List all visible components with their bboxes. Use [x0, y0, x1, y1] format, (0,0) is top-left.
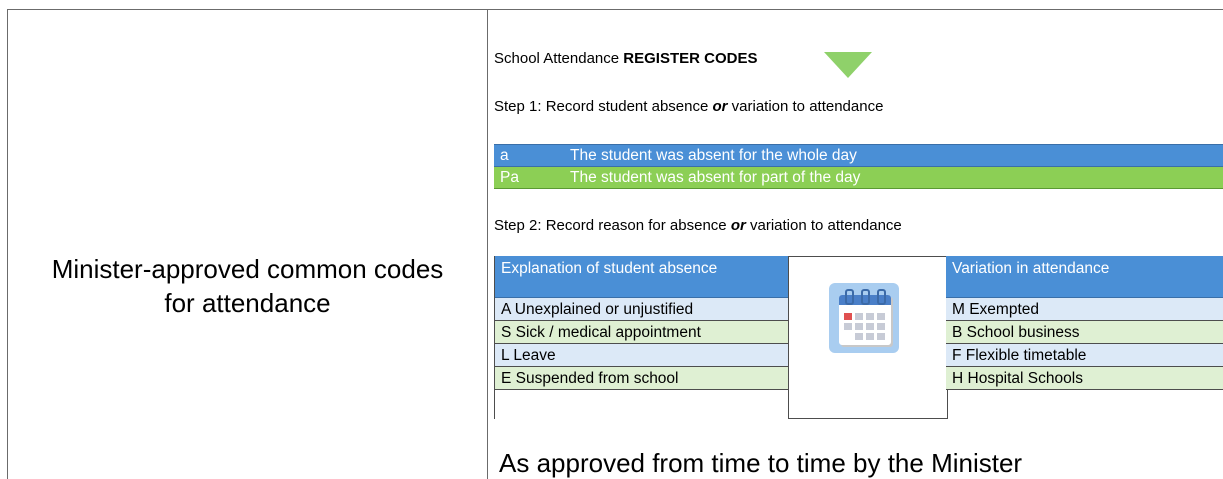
step-1-before: Step 1: Record student absence	[494, 98, 713, 115]
step-1-after: variation to attendance	[727, 98, 884, 115]
absence-row-part-day: Pa The student was absent for part of th…	[494, 167, 1223, 189]
absence-code: a	[500, 147, 509, 164]
minister-approval-note: As approved from time to time by the Min…	[499, 448, 1023, 478]
variation-row: F Flexible timetable	[946, 344, 1223, 367]
explanation-row: L Leave	[495, 344, 789, 367]
absence-description: The student was absent for the whole day	[570, 147, 857, 164]
calendar-icon	[829, 283, 899, 353]
explanation-header: Explanation of student absence	[495, 256, 789, 298]
codes-table: Explanation of student absence A Unexpla…	[494, 256, 1223, 419]
row-label-line-1: Minister-approved common codes	[51, 254, 444, 284]
table-column-divider	[487, 9, 488, 479]
register-codes-title: School Attendance REGISTER CODES	[494, 50, 757, 67]
table-top-border	[7, 9, 1223, 10]
title-bold: REGISTER CODES	[623, 50, 758, 67]
explanation-row: A Unexplained or unjustified	[495, 298, 789, 321]
row-label-cell: Minister-approved common codes for atten…	[8, 252, 487, 320]
absence-row-whole-day: a The student was absent for the whole d…	[494, 144, 1223, 167]
variation-row: M Exempted	[946, 298, 1223, 321]
table-left-border	[7, 9, 8, 479]
step-2-emphasis: or	[730, 217, 746, 234]
step-2-text: Step 2: Record reason for absence or var…	[494, 217, 902, 234]
explanation-column: Explanation of student absence A Unexpla…	[494, 256, 789, 419]
explanation-row: S Sick / medical appointment	[495, 321, 789, 344]
absence-code: Pa	[500, 169, 519, 186]
title-prefix: School Attendance	[494, 50, 624, 67]
variation-row: B School business	[946, 321, 1223, 344]
variation-row: H Hospital Schools	[946, 367, 1223, 390]
step-2-after: variation to attendance	[745, 217, 902, 234]
explanation-row: E Suspended from school	[495, 367, 789, 390]
step-1-text: Step 1: Record student absence or variat…	[494, 98, 883, 115]
row-label-line-2: for attendance	[164, 288, 331, 318]
step-1-emphasis: or	[712, 98, 728, 115]
green-down-triangle-icon	[824, 52, 872, 78]
step-2-before: Step 2: Record reason for absence	[494, 217, 731, 234]
calendar-cell	[788, 256, 948, 419]
variation-header: Variation in attendance	[946, 256, 1223, 298]
absence-description: The student was absent for part of the d…	[570, 169, 861, 186]
variation-column: Variation in attendance M Exempted B Sch…	[946, 256, 1223, 419]
